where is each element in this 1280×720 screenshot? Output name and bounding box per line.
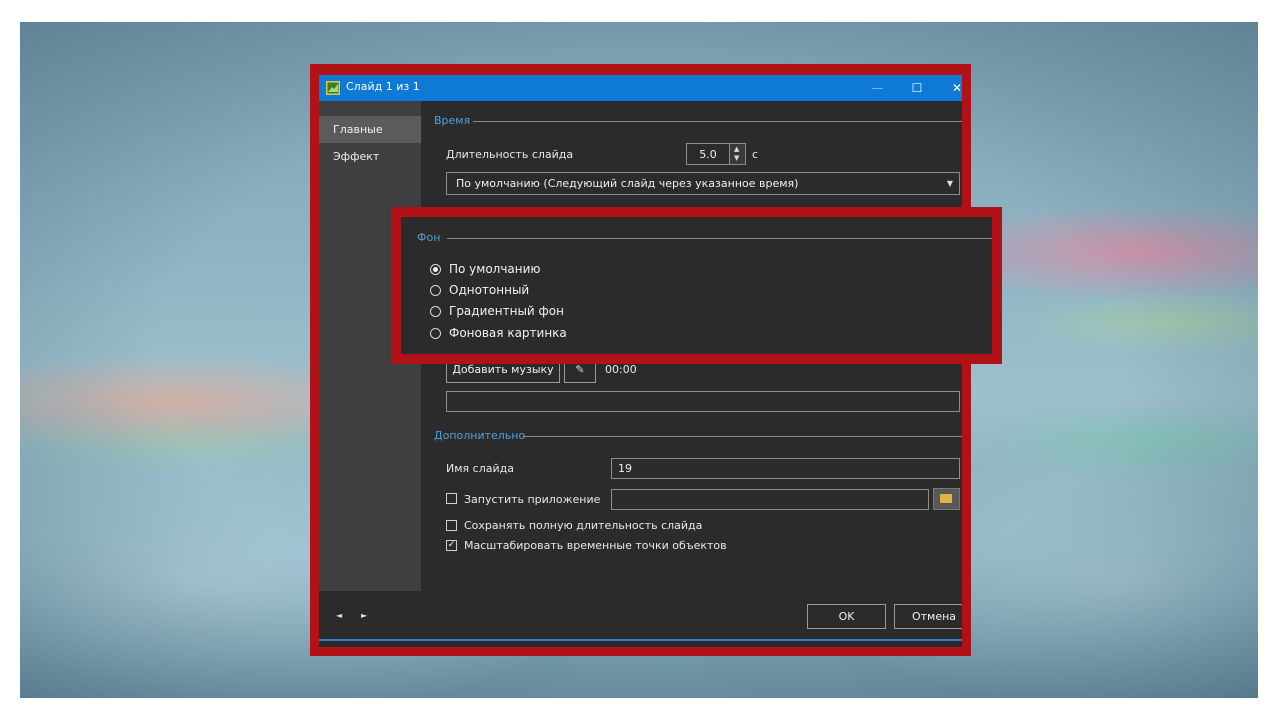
spin-up-icon[interactable]: ▲ xyxy=(734,145,739,153)
spin-down-icon[interactable]: ▼ xyxy=(734,154,739,162)
browse-folder-button[interactable] xyxy=(933,488,960,510)
dialog-footer: ◄ ► OK Отмена xyxy=(319,591,962,643)
radio-gradient[interactable] xyxy=(430,306,441,317)
title-bar[interactable]: Слайд 1 из 1 — ☐ ✕ xyxy=(319,75,962,101)
close-button[interactable]: ✕ xyxy=(937,75,962,101)
section-heading-extra: Дополнительно xyxy=(434,429,526,442)
duration-label: Длительность слайда xyxy=(446,148,574,161)
slide-name-label: Имя слайда xyxy=(446,462,514,475)
radio-solid[interactable] xyxy=(430,285,441,296)
slide-name-input[interactable]: 19 xyxy=(611,458,960,479)
radio-default[interactable] xyxy=(430,264,441,275)
ok-button[interactable]: OK xyxy=(807,604,886,629)
radio-gradient-label[interactable]: Градиентный фон xyxy=(449,304,564,318)
next-slide-icon[interactable]: ► xyxy=(361,611,367,620)
folder-icon xyxy=(940,494,952,503)
cancel-button[interactable]: Отмена xyxy=(894,604,962,629)
radio-image-label[interactable]: Фоновая картинка xyxy=(449,326,567,340)
duration-input[interactable]: 5.0 xyxy=(686,143,730,165)
run-app-checkbox[interactable] xyxy=(446,493,457,504)
duration-spinner[interactable]: ▲ ▼ xyxy=(729,143,746,165)
radio-solid-label[interactable]: Однотонный xyxy=(449,283,529,297)
prev-slide-icon[interactable]: ◄ xyxy=(336,611,342,620)
music-time: 00:00 xyxy=(605,363,637,376)
section-divider xyxy=(523,436,962,437)
duration-unit: с xyxy=(752,148,759,161)
keep-duration-checkbox[interactable] xyxy=(446,520,457,531)
section-heading-background: Фон xyxy=(417,231,441,244)
keep-duration-label: Сохранять полную длительность слайда xyxy=(464,519,703,532)
window-title: Слайд 1 из 1 xyxy=(346,80,420,93)
app-icon xyxy=(326,81,340,95)
scale-points-label: Масштабировать временные точки объектов xyxy=(464,539,727,552)
scale-points-checkbox[interactable]: ✓ xyxy=(446,540,457,551)
run-app-label: Запустить приложение xyxy=(464,493,601,506)
footer-accent-line xyxy=(319,639,962,641)
music-file-field[interactable] xyxy=(446,391,960,412)
radio-image[interactable] xyxy=(430,328,441,339)
sidebar-item-main[interactable]: Главные xyxy=(319,116,421,143)
section-heading-time: Время xyxy=(434,114,471,127)
section-divider xyxy=(447,238,992,239)
section-divider xyxy=(473,121,962,122)
chevron-down-icon[interactable]: ▼ xyxy=(947,173,953,194)
background-section: Фон По умолчанию Однотонный Градиентный … xyxy=(401,217,992,354)
transition-select[interactable]: По умолчанию (Следующий слайд через указ… xyxy=(446,172,960,195)
run-app-path-field[interactable] xyxy=(611,489,929,510)
transition-select-value: По умолчанию (Следующий слайд через указ… xyxy=(456,177,799,190)
minimize-button[interactable]: — xyxy=(857,75,897,101)
wrench-icon: ✎ xyxy=(575,363,585,376)
maximize-button[interactable]: ☐ xyxy=(897,75,937,101)
radio-default-label[interactable]: По умолчанию xyxy=(449,262,541,276)
sidebar-item-effect[interactable]: Эффект xyxy=(319,143,421,170)
